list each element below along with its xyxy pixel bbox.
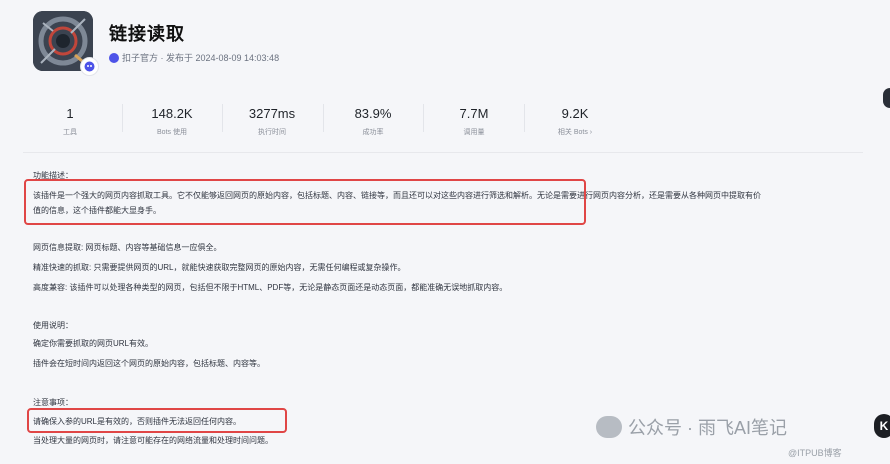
section-divider <box>23 152 863 153</box>
stat-divider <box>323 104 324 132</box>
stat-value: 1 <box>66 106 74 121</box>
highlight-box <box>27 408 287 433</box>
plugin-title: 链接读取 <box>109 24 185 44</box>
heading-usage: 使用说明： <box>33 321 73 330</box>
stat-value: 148.2K <box>151 106 193 121</box>
note-item: 当处理大量的网页时，请注意可能存在的网络流量和处理时间问题。 <box>33 436 273 445</box>
stat-success-rate: 83.9% 成功率 <box>341 96 405 137</box>
plugin-detail-page: 链接读取 扣子官方 · 发布于 2024-08-09 14:03:48 1 工具… <box>0 0 890 464</box>
stat-divider <box>423 104 424 132</box>
stat-tools: 1 工具 <box>40 96 100 137</box>
stat-label: 成功率 <box>362 129 384 136</box>
stat-label: 调用量 <box>463 129 485 136</box>
stat-value: 7.7M <box>459 106 489 121</box>
stat-label: Bots 使用 <box>157 129 187 136</box>
publisher-meta-text: 扣子官方 · 发布于 2024-08-09 14:03:48 <box>122 53 280 63</box>
stat-label: 相关 Bots › <box>557 129 593 136</box>
stat-label: 执行时间 <box>258 129 286 136</box>
usage-item: 插件会在短时间内返回这个网页的原始内容，包括标题、内容等。 <box>33 359 265 368</box>
feature-item: 高度兼容: 该插件可以处理各种类型的网页，包括但不限于HTML、PDF等，无论是… <box>33 283 508 292</box>
highlight-box <box>24 179 586 225</box>
publisher-icon <box>109 52 119 63</box>
stat-value: 83.9% <box>354 106 392 121</box>
stat-divider <box>524 104 525 132</box>
official-badge-icon <box>80 57 99 76</box>
stat-related-bots-link[interactable]: 9.2K 相关 Bots › <box>542 96 608 137</box>
usage-item: 确定你需要抓取的网页URL有效。 <box>33 339 154 348</box>
stat-divider <box>222 104 223 132</box>
plugin-meta: 扣子官方 · 发布于 2024-08-09 14:03:48 <box>109 51 279 64</box>
heading-notes: 注意事项： <box>33 398 73 407</box>
stat-exec-time: 3277ms 执行时间 <box>240 96 304 137</box>
feature-item: 精准快速的抓取: 只需要提供网页的URL，就能快速获取完整网页的原始内容，无需任… <box>33 263 406 272</box>
stat-bots-usage: 148.2K Bots 使用 <box>140 96 204 137</box>
watermark-text: 公众号 · 雨飞AI笔记 <box>628 418 788 438</box>
feature-item: 网页信息提取: 网页标题、内容等基础信息一应俱全。 <box>33 243 222 252</box>
wechat-icon <box>596 416 622 438</box>
stat-value: 3277ms <box>248 106 296 121</box>
watermark: 公众号 · 雨飞AI笔记 <box>596 414 787 440</box>
stat-divider <box>122 104 123 132</box>
brand-badge-icon: K <box>874 414 890 438</box>
site-watermark: @ITPUB博客 <box>788 448 842 458</box>
side-handle-icon[interactable] <box>883 88 890 108</box>
stat-value: 9.2K <box>561 106 589 121</box>
stat-call-volume: 7.7M 调用量 <box>442 96 506 137</box>
stat-label: 工具 <box>63 129 77 136</box>
